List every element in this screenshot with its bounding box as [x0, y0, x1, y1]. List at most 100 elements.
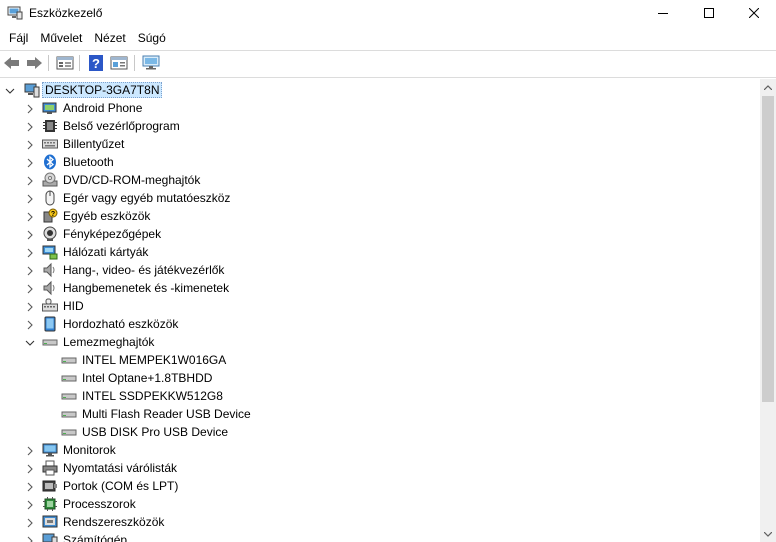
firmware-chip-icon: [42, 118, 58, 134]
title-bar: Eszközkezelő: [0, 0, 776, 26]
chevron-right-icon: [27, 248, 33, 258]
minimize-button[interactable]: [640, 0, 686, 26]
disk-drive-icon: [42, 334, 58, 350]
menu-view[interactable]: Nézet: [88, 28, 131, 49]
expand-chevron[interactable]: [25, 121, 35, 132]
chevron-right-icon: [27, 194, 33, 204]
tree-item-label: Hang-, video- és játékvezérlők: [63, 263, 225, 277]
maximize-icon: [704, 8, 714, 18]
tree-root-node[interactable]: DESKTOP-3GA7T8N: [0, 81, 760, 99]
disk-icon: [61, 370, 77, 386]
tree-device-item[interactable]: INTEL MEMPEK1W016GA: [0, 351, 760, 369]
tree-category-item[interactable]: Portok (COM és LPT): [0, 477, 760, 495]
chevron-right-icon: [27, 266, 33, 276]
expand-chevron[interactable]: [25, 463, 35, 474]
expand-chevron[interactable]: [25, 175, 35, 186]
tree-category-item[interactable]: Android Phone: [0, 99, 760, 117]
expand-chevron[interactable]: [25, 499, 35, 510]
chevron-right-icon: [27, 230, 33, 240]
expand-chevron[interactable]: [25, 139, 35, 150]
chevron-right-icon: [27, 104, 33, 114]
tree-category-item[interactable]: Monitorok: [0, 441, 760, 459]
properties-button[interactable]: [55, 54, 75, 72]
expand-chevron[interactable]: [25, 157, 35, 168]
disk-icon: [61, 388, 77, 404]
tree-device-item[interactable]: INTEL SSDPEKKW512G8: [0, 387, 760, 405]
view-button[interactable]: [109, 54, 129, 72]
expand-chevron[interactable]: [25, 319, 35, 330]
tree-category-item[interactable]: Bluetooth: [0, 153, 760, 171]
vertical-scrollbar[interactable]: [760, 79, 776, 542]
tree-category-item[interactable]: Hordozható eszközök: [0, 315, 760, 333]
expand-chevron[interactable]: [25, 265, 35, 276]
back-button[interactable]: [2, 54, 22, 72]
collapse-chevron[interactable]: [5, 85, 15, 95]
tree-item-label: Monitorok: [63, 443, 116, 457]
expand-chevron[interactable]: [25, 481, 35, 492]
tree-device-item[interactable]: Multi Flash Reader USB Device: [0, 405, 760, 423]
expand-chevron[interactable]: [25, 517, 35, 528]
tree-item-label: Android Phone: [63, 101, 143, 115]
expand-chevron[interactable]: [25, 283, 35, 294]
tree-category-item[interactable]: Fényképezőgépek: [0, 225, 760, 243]
tree-category-item[interactable]: HID: [0, 297, 760, 315]
tree-category-item[interactable]: Belső vezérlőprogram: [0, 117, 760, 135]
properties-icon: [56, 56, 74, 70]
scroll-up-arrow[interactable]: [760, 79, 776, 95]
tree-device-item[interactable]: USB DISK Pro USB Device: [0, 423, 760, 441]
menu-help[interactable]: Súgó: [132, 28, 172, 49]
audio-io-icon: [42, 280, 58, 296]
tree-category-item[interactable]: Rendszereszközök: [0, 513, 760, 531]
scrollbar-thumb[interactable]: [762, 96, 774, 402]
forward-arrow-icon: [27, 57, 42, 69]
close-button[interactable]: [731, 0, 776, 26]
help-button[interactable]: ?: [86, 54, 106, 72]
chevron-down-icon: [764, 531, 772, 537]
maximize-button[interactable]: [686, 0, 732, 26]
tree-category-item[interactable]: Nyomtatási várólisták: [0, 459, 760, 477]
tree-category-item[interactable]: ? Egyéb eszközök: [0, 207, 760, 225]
chevron-right-icon: [27, 176, 33, 186]
chevron-right-icon: [27, 446, 33, 456]
disk-icon: [61, 406, 77, 422]
tree-category-item[interactable]: Lemezmeghajtók: [0, 333, 760, 351]
speaker-icon: [42, 262, 58, 278]
expand-chevron[interactable]: [25, 229, 35, 240]
tree-category-item[interactable]: Hangbemenetek és -kimenetek: [0, 279, 760, 297]
expand-chevron[interactable]: [25, 103, 35, 114]
window-title: Eszközkezelő: [29, 6, 103, 20]
tree-category-item[interactable]: Hang-, video- és játékvezérlők: [0, 261, 760, 279]
computer-icon: [24, 82, 40, 98]
scroll-down-arrow[interactable]: [760, 526, 776, 542]
chevron-right-icon: [27, 158, 33, 168]
collapse-chevron[interactable]: [25, 337, 35, 347]
expand-chevron[interactable]: [25, 445, 35, 456]
tree-category-item[interactable]: Hálózati kártyák: [0, 243, 760, 261]
tree-category-item[interactable]: Egér vagy egyéb mutatóeszköz: [0, 189, 760, 207]
menu-file[interactable]: Fájl: [0, 28, 34, 49]
view-icon: [110, 56, 128, 70]
expand-chevron[interactable]: [25, 247, 35, 258]
svg-text:?: ?: [51, 211, 55, 218]
chevron-right-icon: [27, 122, 33, 132]
tree-category-item[interactable]: Számítógép: [0, 531, 760, 542]
expand-chevron[interactable]: [25, 193, 35, 204]
tree-category-item[interactable]: Billentyűzet: [0, 135, 760, 153]
menu-action[interactable]: Művelet: [34, 28, 88, 49]
expand-chevron[interactable]: [25, 535, 35, 542]
device-tree: DESKTOP-3GA7T8N Android Phone Belső vezérl…: [0, 79, 760, 542]
monitor-icon: [42, 442, 58, 458]
tree-device-item[interactable]: Intel Optane+1.8TBHDD: [0, 369, 760, 387]
expand-chevron[interactable]: [25, 211, 35, 222]
tree-category-item[interactable]: DVD/CD-ROM-meghajtók: [0, 171, 760, 189]
phone-icon: [42, 100, 58, 116]
help-icon: ?: [89, 55, 103, 71]
tree-item-label: HID: [63, 299, 84, 313]
scan-hardware-button[interactable]: [141, 54, 161, 72]
tree-item-label: Lemezmeghajtók: [63, 335, 155, 349]
tree-category-item[interactable]: Processzorok: [0, 495, 760, 513]
tree-item-label: Rendszereszközök: [63, 515, 165, 529]
computer-icon: [42, 532, 58, 542]
expand-chevron[interactable]: [25, 301, 35, 312]
forward-button[interactable]: [24, 54, 44, 72]
